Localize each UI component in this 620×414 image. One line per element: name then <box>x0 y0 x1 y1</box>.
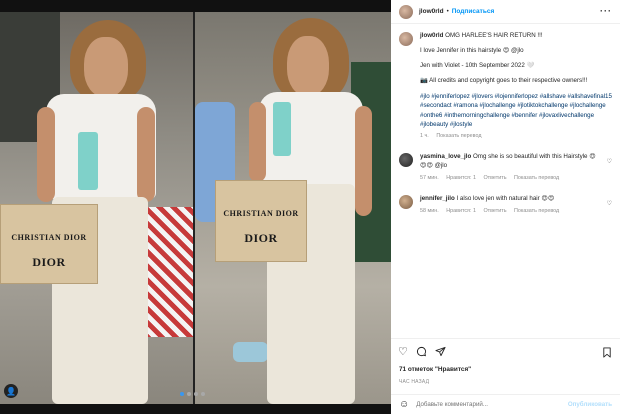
caption-text: OMG HARLEE'S HAIR RETURN !!! <box>445 32 543 39</box>
carousel-dot[interactable] <box>187 392 191 396</box>
caption-time: 1 ч. <box>420 133 429 140</box>
cup <box>78 132 98 190</box>
photo-right: CHRISTIAN DIOR DIOR <box>195 12 391 404</box>
translate-link[interactable]: Показать перевод <box>514 175 559 181</box>
comment-input[interactable] <box>416 401 567 408</box>
avatar[interactable] <box>399 32 413 46</box>
comment-icon[interactable] <box>416 346 427 360</box>
follow-button[interactable]: Подписаться <box>452 8 495 15</box>
heart-icon[interactable]: ♡ <box>607 158 612 165</box>
bag-text-logo: DIOR <box>244 231 278 245</box>
tote-bag: CHRISTIAN DIOR DIOR <box>215 180 307 262</box>
comment-likes[interactable]: Нравится: 1 <box>446 175 476 181</box>
likes-count[interactable]: 71 отметок "Нравится" <box>399 366 471 373</box>
heart-icon[interactable]: ♡ <box>398 347 408 358</box>
bag-text-logo: DIOR <box>32 255 66 269</box>
tote-bag: CHRISTIAN DIOR DIOR <box>0 204 98 284</box>
share-icon[interactable] <box>435 346 446 360</box>
arm <box>37 107 55 202</box>
reply-button[interactable]: Ответить <box>483 208 506 214</box>
arm <box>249 102 266 182</box>
publish-button[interactable]: Опубликовать <box>568 401 612 408</box>
avatar[interactable] <box>399 4 413 19</box>
author-username[interactable]: jlow0rld <box>419 8 444 15</box>
hashtags[interactable]: #jlo #jenniferlopez #jlovers #lojennifer… <box>420 92 612 129</box>
carousel-dot[interactable] <box>180 392 184 396</box>
translate-link[interactable]: Показать перевод <box>436 133 481 139</box>
face <box>287 36 329 96</box>
comment-item: jennifer_jilo I also love jen with natur… <box>399 194 612 216</box>
user-tag-icon[interactable]: 👤 <box>4 384 18 398</box>
bag-text: CHRISTIAN DIOR <box>11 233 87 242</box>
avatar[interactable] <box>399 152 413 167</box>
caption-text: Jen with Violet - 10th September 2022 🤍 <box>420 61 535 69</box>
photo-left: CHRISTIAN DIOR DIOR <box>0 12 193 404</box>
emoji-icon[interactable]: ☺ <box>399 399 409 410</box>
post-header: jlow0rld • Подписаться ··· <box>391 0 620 24</box>
comment-box: ☺ Опубликовать <box>391 394 620 414</box>
comment-text: I also love jen with natural hair 😍😍 <box>456 194 555 202</box>
heart-icon[interactable]: ♡ <box>607 200 612 207</box>
post-modal: CHRISTIAN DIOR DIOR CHRISTIAN DIOR DIOR … <box>0 0 620 414</box>
carousel-dot[interactable] <box>201 392 205 396</box>
translate-link[interactable]: Показать перевод <box>514 208 559 214</box>
reply-button[interactable]: Ответить <box>483 175 506 181</box>
arm <box>137 107 155 202</box>
action-bar: ♡ <box>391 338 620 366</box>
post-time: час назад <box>399 379 430 385</box>
face <box>84 37 128 97</box>
comment-likes[interactable]: Нравится: 1 <box>446 208 476 214</box>
sneaker <box>233 342 268 362</box>
comment-time: 57 мин. <box>420 174 439 181</box>
caption-username[interactable]: jlow0rld <box>420 32 443 39</box>
caption-text: 📷 All credits and copyright goes to thei… <box>420 76 588 84</box>
post-panel: jlow0rld • Подписаться ··· jlow0rld OMG … <box>391 0 620 414</box>
caption: jlow0rld OMG HARLEE'S HAIR RETURN !!! I … <box>399 32 612 141</box>
post-media[interactable]: CHRISTIAN DIOR DIOR CHRISTIAN DIOR DIOR … <box>0 12 391 404</box>
carousel-dot[interactable] <box>194 392 198 396</box>
caption-text: I love Jennifer in this hairstyle 😍 @jlo <box>420 46 524 54</box>
cup <box>273 102 291 156</box>
comment-username[interactable]: yasmina_love_jlo <box>420 153 471 160</box>
comment-username[interactable]: jennifer_jilo <box>420 195 455 202</box>
arm <box>355 106 372 216</box>
avatar[interactable] <box>399 194 413 209</box>
comment-item: yasmina_love_jlo Omg she is so beautiful… <box>399 152 612 183</box>
comments-area[interactable]: jlow0rld OMG HARLEE'S HAIR RETURN !!! I … <box>391 24 620 338</box>
separator: • <box>446 8 449 15</box>
carousel-dots <box>180 392 205 396</box>
more-horizontal-icon[interactable]: ··· <box>600 6 612 16</box>
comment-time: 58 мин. <box>420 207 439 214</box>
bag-text: CHRISTIAN DIOR <box>223 209 299 218</box>
bookmark-icon[interactable] <box>602 347 612 361</box>
